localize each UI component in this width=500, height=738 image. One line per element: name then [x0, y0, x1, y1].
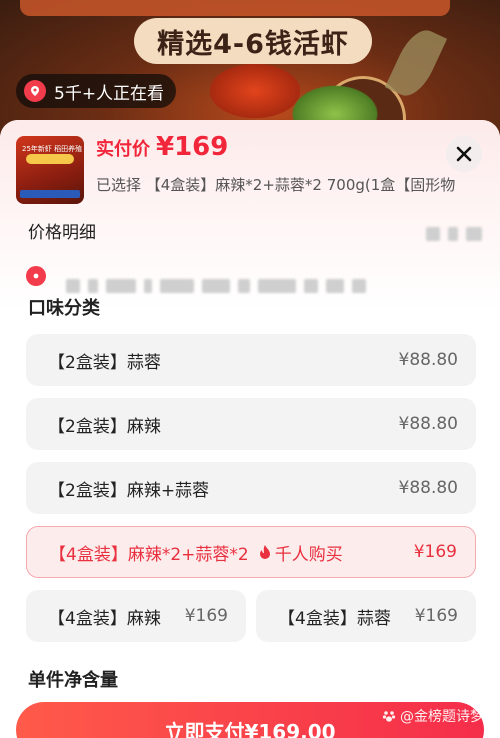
viewers-badge: 5千+人正在看 — [16, 74, 177, 108]
option-label: 【4盒装】麻辣*2+蒜蓉*2 — [49, 544, 249, 565]
address-redacted — [66, 279, 366, 293]
option-4box-mixed-selected[interactable]: 【4盒装】麻辣*2+蒜蓉*2 千人购买 ¥169 — [26, 526, 476, 578]
sku-selection-sheet: 25年新虾 稻田养殖 实付价 ¥169 已选择 【4盒装】麻辣*2+蒜蓉*2 7… — [0, 120, 500, 738]
option-2box-spicy-garlic[interactable]: 【2盒装】麻辣+蒜蓉 ¥88.80 — [26, 462, 476, 514]
selected-variant-text: 已选择 【4盒装】麻辣*2+蒜蓉*2 700g(1盒【固形物 — [96, 176, 456, 194]
product-thumbnail[interactable]: 25年新虾 稻田养殖 — [16, 136, 84, 204]
viewers-text: 5千+人正在看 — [54, 83, 165, 104]
price-amount: ¥169 — [156, 132, 229, 162]
banner-slogan: 精选4-6钱活虾 — [134, 18, 372, 64]
price-row: 实付价 ¥169 — [96, 132, 228, 162]
crayfish-graphic — [210, 64, 300, 118]
close-icon — [456, 146, 472, 162]
price-detail-redacted — [426, 227, 482, 241]
option-4box-spicy[interactable]: 【4盒装】麻辣 ¥169 — [26, 590, 246, 642]
flavor-section-title: 口味分类 — [28, 298, 100, 319]
option-4box-garlic[interactable]: 【4盒装】蒜蓉 ¥169 — [256, 590, 476, 642]
close-button[interactable] — [446, 136, 482, 172]
watermark: @金榜题诗梦 — [382, 706, 484, 726]
option-2box-spicy[interactable]: 【2盒装】麻辣 ¥88.80 — [26, 398, 476, 450]
location-pin-icon — [26, 266, 46, 286]
watermark-text: @金榜题诗梦 — [400, 709, 484, 725]
option-2box-garlic[interactable]: 【2盒装】蒜蓉 ¥88.80 — [26, 334, 476, 386]
product-banner-image: 精选4-6钱活虾 5千+人正在看 — [0, 0, 500, 140]
address-row[interactable] — [26, 266, 46, 286]
price-detail-label[interactable]: 价格明细 — [28, 218, 96, 243]
weight-section-title: 单件净含量 — [28, 670, 118, 691]
viewers-icon — [24, 80, 46, 102]
banner-top-strip — [20, 0, 450, 16]
hot-sale-tag: 千人购买 — [259, 540, 343, 565]
price-label: 实付价 — [96, 139, 150, 160]
paw-icon — [382, 711, 396, 722]
flame-icon — [259, 545, 270, 559]
leaf-graphic — [384, 23, 448, 103]
